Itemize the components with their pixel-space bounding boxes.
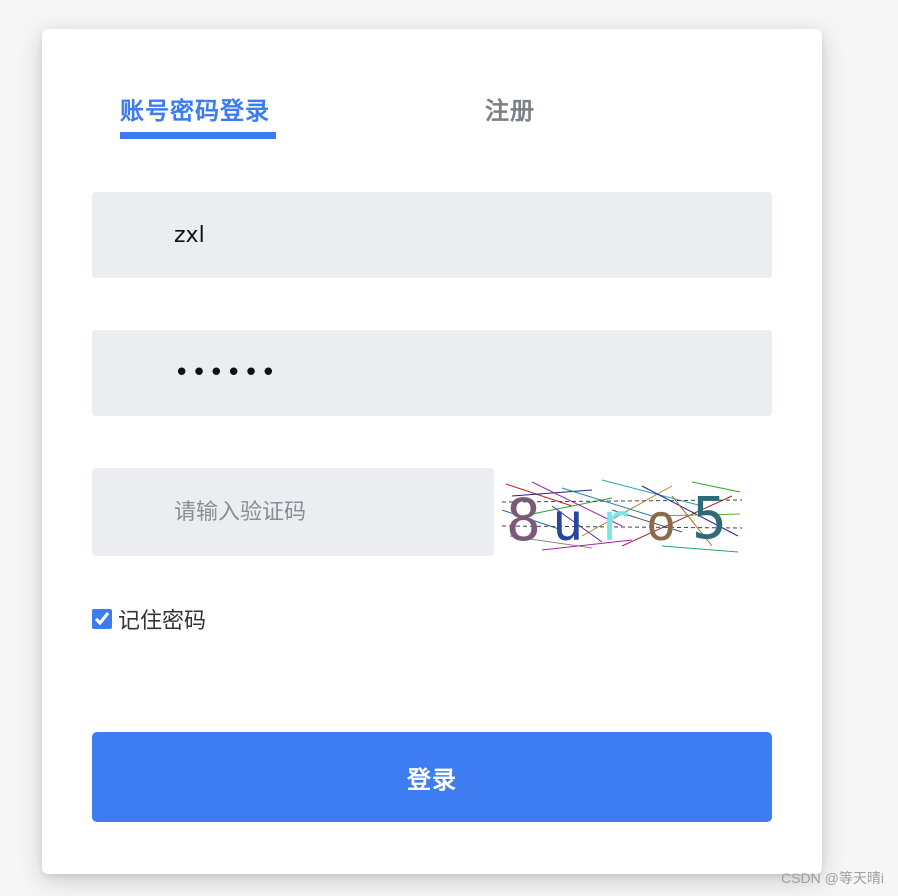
- page-background: 账号密码登录 注册 zxl 请输入验证码 8 u r o 5 记住密码 登录 C…: [0, 0, 898, 896]
- remember-password[interactable]: 记住密码: [92, 603, 206, 635]
- remember-password-checkbox[interactable]: [92, 609, 112, 629]
- captcha-input[interactable]: [92, 468, 494, 556]
- remember-password-label: 记住密码: [118, 609, 207, 634]
- svg-text:o: o: [646, 494, 676, 552]
- svg-text:u: u: [552, 493, 583, 553]
- tab-account-login[interactable]: 账号密码登录: [120, 91, 270, 126]
- login-card: 账号密码登录 注册 zxl 请输入验证码 8 u r o 5 记住密码 登录: [42, 29, 822, 874]
- tab-register[interactable]: 注册: [485, 91, 535, 126]
- active-tab-indicator: [120, 132, 276, 139]
- login-button[interactable]: 登录: [92, 732, 772, 822]
- svg-text:5: 5: [692, 484, 727, 552]
- svg-text:8: 8: [506, 486, 541, 554]
- username-input[interactable]: [92, 192, 772, 278]
- watermark: CSDN @等天晴i: [781, 870, 884, 886]
- password-input[interactable]: [92, 330, 772, 416]
- captcha-image[interactable]: 8 u r o 5: [502, 476, 742, 556]
- svg-text:r: r: [598, 493, 629, 553]
